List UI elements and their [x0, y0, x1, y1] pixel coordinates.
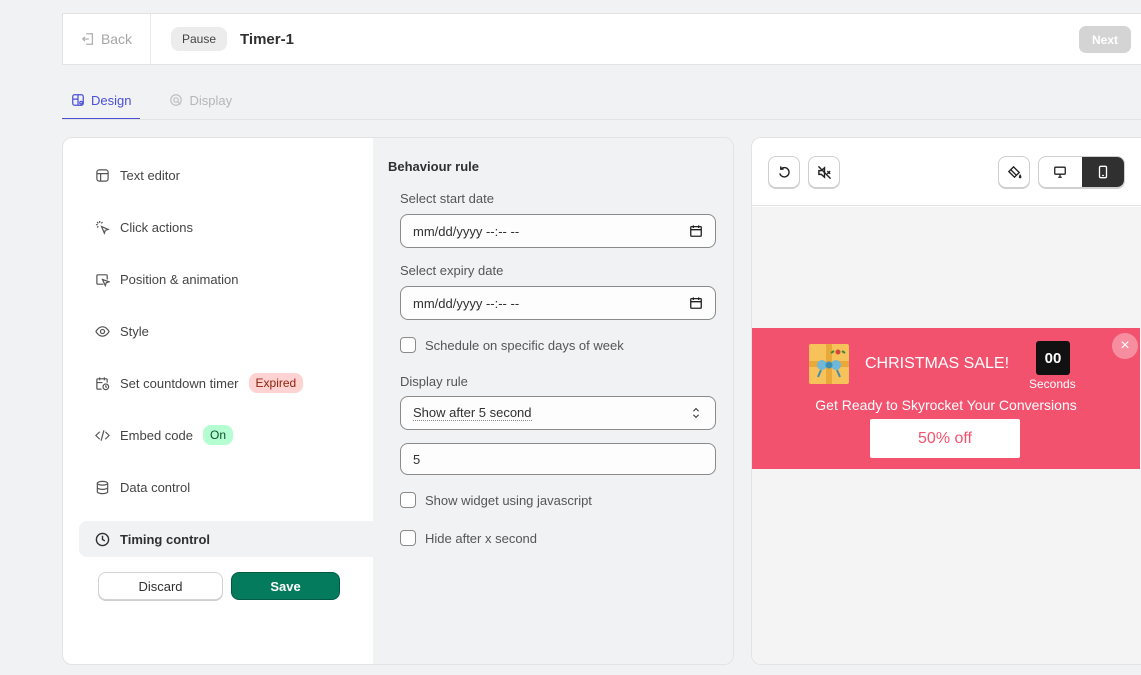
sidebar-item-label: Set countdown timer: [120, 375, 239, 391]
top-bar: Back Pause Timer-1 Next: [62, 13, 1141, 65]
checkbox-box[interactable]: [400, 492, 416, 508]
sidebar-item-timing-control[interactable]: Timing control: [79, 521, 373, 557]
expiry-date-value: mm/dd/yyyy --:-- --: [413, 295, 520, 311]
seconds-value: 5: [413, 451, 421, 467]
start-date-input[interactable]: mm/dd/yyyy --:-- --: [400, 214, 716, 248]
click-icon: [95, 220, 110, 235]
tab-divider: [62, 119, 1141, 120]
text-editor-icon: [96, 168, 109, 182]
calendar-icon[interactable]: [689, 296, 703, 310]
sidebar-item-countdown-timer[interactable]: Set countdown timer Expired: [79, 365, 373, 401]
cursor-icon: [96, 273, 110, 287]
on-badge: On: [203, 425, 234, 445]
save-button[interactable]: Save: [231, 572, 340, 600]
behaviour-rule-heading: Behaviour rule: [388, 159, 480, 174]
sidebar-item-label: Embed code: [120, 427, 193, 443]
sidebar-item-style[interactable]: Style: [79, 313, 373, 349]
sidebar-item-label: Text editor: [120, 167, 180, 183]
display-rule-select[interactable]: Show after 5 second: [400, 396, 716, 430]
code-icon: [95, 429, 110, 441]
seconds-input[interactable]: 5: [400, 443, 716, 475]
banner-subtitle: Get Ready to Skyrocket Your Conversions: [815, 397, 1077, 413]
discard-button[interactable]: Discard: [98, 572, 223, 600]
tab-display-label: Display: [189, 92, 233, 108]
expiry-date-label: Select expiry date: [400, 263, 504, 278]
next-button[interactable]: Next: [1079, 26, 1131, 53]
show-js-checkbox[interactable]: Show widget using javascript: [400, 492, 592, 508]
countdown-banner: CHRISTMAS SALE! 00 Seconds × Get Ready t…: [752, 328, 1140, 469]
timing-settings: Behaviour rule Select start date mm/dd/y…: [373, 138, 733, 664]
sidebar-item-label: Timing control: [120, 531, 211, 547]
start-date-label: Select start date: [400, 191, 494, 206]
eye-icon: [95, 325, 110, 337]
style-picker-button[interactable]: [998, 156, 1030, 188]
display-icon: [170, 94, 183, 106]
preview-panel: CHRISTMAS SALE! 00 Seconds × Get Ready t…: [751, 137, 1141, 665]
banner-cta-button[interactable]: 50% off: [870, 419, 1020, 458]
close-icon[interactable]: ×: [1112, 333, 1138, 359]
preview-toolbar: [752, 138, 1141, 206]
checkbox-box[interactable]: [400, 337, 416, 353]
start-date-value: mm/dd/yyyy --:-- --: [413, 223, 520, 239]
sidebar-item-label: Style: [120, 323, 149, 339]
mobile-view-button[interactable]: [1081, 157, 1124, 187]
tab-bar: Design Display: [62, 82, 241, 120]
desktop-icon: [1054, 166, 1067, 178]
display-rule-value: Show after 5 second: [413, 405, 532, 421]
sidebar-item-text-editor[interactable]: Text editor: [79, 157, 373, 193]
show-js-label: Show widget using javascript: [425, 492, 592, 508]
expiry-date-input[interactable]: mm/dd/yyyy --:-- --: [400, 286, 716, 320]
checkbox-box[interactable]: [400, 530, 416, 546]
tab-design-label: Design: [91, 92, 132, 108]
gift-icon: [809, 344, 849, 384]
database-icon: [96, 480, 109, 494]
calendar-icon[interactable]: [689, 224, 703, 238]
sidebar-nav: Text editor Click actions Position & ani…: [63, 138, 373, 664]
hide-after-label: Hide after x second: [425, 530, 538, 546]
clock-icon: [95, 532, 110, 546]
sidebar-item-label: Data control: [120, 479, 191, 495]
paint-bucket-icon: [1007, 165, 1021, 178]
countdown-unit: Seconds: [1029, 377, 1076, 391]
calendar-clock-icon: [96, 376, 110, 390]
display-rule-label: Display rule: [400, 374, 468, 389]
expired-badge: Expired: [248, 373, 304, 393]
mute-icon: [817, 165, 831, 179]
sidebar-item-label: Click actions: [120, 219, 193, 235]
schedule-days-label: Schedule on specific days of week: [425, 337, 624, 353]
undo-button[interactable]: [768, 156, 800, 188]
back-button[interactable]: Back: [63, 14, 151, 64]
design-icon: [72, 94, 84, 106]
desktop-view-button[interactable]: [1039, 157, 1082, 187]
page-title: Timer-1: [240, 30, 294, 48]
sidebar-item-position-animation[interactable]: Position & animation: [79, 261, 373, 297]
back-icon: [81, 33, 93, 45]
tab-design[interactable]: Design: [62, 82, 141, 120]
sidebar-item-click-actions[interactable]: Click actions: [79, 209, 373, 245]
status-badge: Pause: [171, 27, 228, 51]
sidebar-item-embed-code[interactable]: Embed code On: [79, 417, 373, 453]
hide-after-checkbox[interactable]: Hide after x second: [400, 530, 537, 546]
sidebar-item-data-control[interactable]: Data control: [79, 469, 373, 505]
mobile-icon: [1098, 165, 1107, 179]
back-label: Back: [100, 31, 133, 47]
tab-display[interactable]: Display: [160, 82, 241, 118]
banner-title: CHRISTMAS SALE!: [865, 355, 1010, 372]
schedule-days-checkbox[interactable]: Schedule on specific days of week: [400, 337, 624, 353]
countdown-value: 00: [1036, 341, 1070, 375]
mute-button[interactable]: [808, 156, 840, 188]
sidebar-item-label: Position & animation: [120, 271, 239, 287]
editor-panel: Text editor Click actions Position & ani…: [62, 137, 734, 665]
undo-icon: [778, 165, 790, 178]
select-chevron-icon: [692, 407, 700, 419]
device-toggle: [1038, 156, 1125, 188]
